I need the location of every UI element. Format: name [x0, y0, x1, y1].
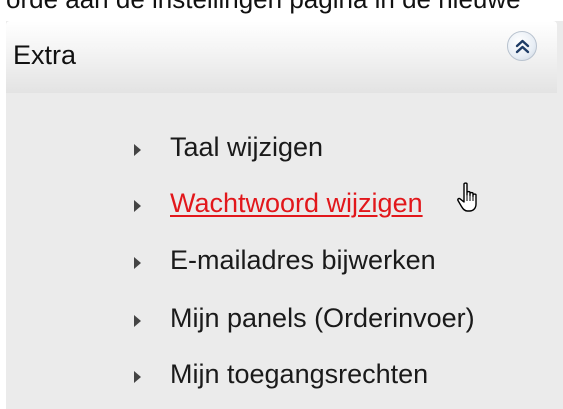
collapse-button[interactable] — [507, 31, 537, 61]
extra-menu: Taal wijzigen Wachtwoord wijzigen E-mail… — [6, 93, 563, 409]
menu-item-label[interactable]: Mijn panels (Orderinvoer) — [170, 303, 475, 334]
triangle-right-icon — [134, 315, 141, 327]
menu-item-label[interactable]: E-mailadres bijwerken — [170, 245, 436, 276]
extra-panel: Extra Taal wijzigen Wachtwoord wijzigen … — [6, 21, 563, 409]
triangle-right-icon — [134, 144, 141, 156]
triangle-right-icon — [134, 200, 141, 212]
menu-item-label[interactable]: Wachtwoord wijzigen — [170, 188, 423, 219]
menu-item-label[interactable]: Taal wijzigen — [170, 132, 323, 163]
panel-title: Extra — [13, 40, 77, 70]
triangle-right-icon — [134, 371, 141, 383]
cropped-text-strip: orde aan de instellingen pagina in de ni… — [0, 0, 563, 22]
panel-header[interactable]: Extra — [6, 21, 557, 93]
chevron-double-up-icon — [515, 39, 530, 54]
cropped-text: orde aan de instellingen pagina in de ni… — [6, 0, 521, 15]
triangle-right-icon — [134, 257, 141, 269]
menu-item-label[interactable]: Mijn toegangsrechten — [170, 359, 428, 390]
